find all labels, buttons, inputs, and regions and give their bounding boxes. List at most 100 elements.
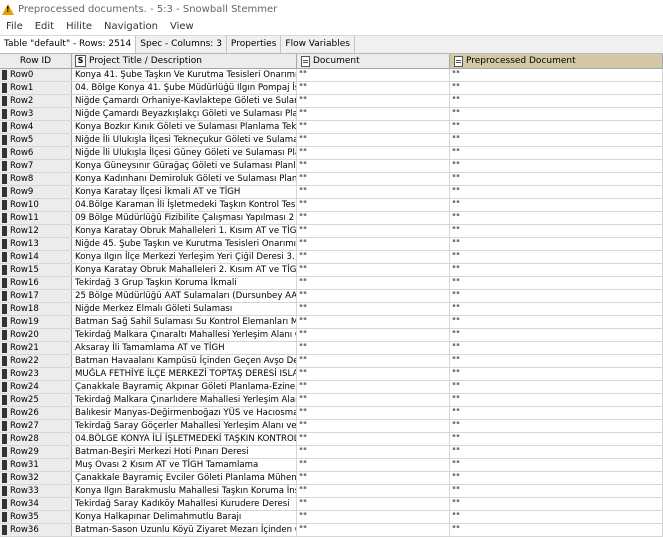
project-title-cell[interactable]: Tekirdağ Malkara Çınarlıdere Mahallesi Y… xyxy=(72,394,297,406)
preprocessed-document-cell[interactable]: "" xyxy=(450,147,663,159)
document-cell[interactable]: "" xyxy=(297,446,450,458)
table-row[interactable]: Row33 Konya Ilgın Barakmuslu Mahallesi Ta… xyxy=(0,485,663,498)
project-title-cell[interactable]: Konya Karatay Obruk Mahalleleri 2. Kısım… xyxy=(72,264,297,276)
preprocessed-document-cell[interactable]: "" xyxy=(450,303,663,315)
table-row[interactable]: Row19 Batman Sağ Sahil Sulaması Su Kontro… xyxy=(0,316,663,329)
row-id-cell[interactable]: Row10 xyxy=(0,199,72,211)
row-id-cell[interactable]: Row28 xyxy=(0,433,72,445)
table-row[interactable]: Row28 04.BÖLGE KONYA İLİ İŞLETMEDEKİ TAŞK… xyxy=(0,433,663,446)
row-id-cell[interactable]: Row32 xyxy=(0,472,72,484)
preprocessed-document-cell[interactable]: "" xyxy=(450,407,663,419)
project-title-cell[interactable]: Tekirdağ Malkara Çınaraltı Mahallesi Yer… xyxy=(72,329,297,341)
menu-edit[interactable]: Edit xyxy=(29,18,60,35)
preprocessed-document-cell[interactable]: "" xyxy=(450,342,663,354)
preprocessed-document-cell[interactable]: "" xyxy=(450,472,663,484)
document-cell[interactable]: "" xyxy=(297,303,450,315)
project-title-cell[interactable]: Batman-Sason Uzunlu Köyü Ziyaret Mezarı … xyxy=(72,524,297,536)
project-title-cell[interactable]: Niğde İli Ulukışla İlçesi Güney Göleti v… xyxy=(72,147,297,159)
project-title-cell[interactable]: Konya 41. Şube Taşkın Ve Kurutma Tesisle… xyxy=(72,69,297,81)
preprocessed-document-cell[interactable]: "" xyxy=(450,108,663,120)
menu-hilite[interactable]: Hilite xyxy=(60,18,98,35)
row-id-cell[interactable]: Row27 xyxy=(0,420,72,432)
table-row[interactable]: Row35 Konya Halkapınar Delimahmutlu Baraj… xyxy=(0,511,663,524)
document-cell[interactable]: "" xyxy=(297,368,450,380)
row-id-cell[interactable]: Row13 xyxy=(0,238,72,250)
table-row[interactable]: Row22 Batman Havaalanı Kampüsü İçinden Ge… xyxy=(0,355,663,368)
preprocessed-document-cell[interactable]: "" xyxy=(450,329,663,341)
table-row[interactable]: Row4 Konya Bozkır Kınık Göleti ve Sulamas… xyxy=(0,121,663,134)
document-cell[interactable]: "" xyxy=(297,316,450,328)
document-cell[interactable]: "" xyxy=(297,290,450,302)
document-cell[interactable]: "" xyxy=(297,95,450,107)
document-cell[interactable]: "" xyxy=(297,264,450,276)
preprocessed-document-cell[interactable]: "" xyxy=(450,134,663,146)
table-row[interactable]: Row17 25 Bölge Müdürlüğü AAT Sulamaları (… xyxy=(0,290,663,303)
document-cell[interactable]: "" xyxy=(297,420,450,432)
preprocessed-document-cell[interactable]: "" xyxy=(450,238,663,250)
row-id-cell[interactable]: Row16 xyxy=(0,277,72,289)
project-title-cell[interactable]: Çanakkale Bayramiç Akpınar Göleti Planla… xyxy=(72,381,297,393)
row-id-cell[interactable]: Row4 xyxy=(0,121,72,133)
row-id-cell[interactable]: Row11 xyxy=(0,212,72,224)
project-title-cell[interactable]: Niğde Merkez Elmalı Göleti Sulaması xyxy=(72,303,297,315)
row-id-cell[interactable]: Row24 xyxy=(0,381,72,393)
row-id-cell[interactable]: Row17 xyxy=(0,290,72,302)
project-title-cell[interactable]: Konya Ilgın İlçe Merkezi Yerleşim Yeri Ç… xyxy=(72,251,297,263)
row-id-cell[interactable]: Row0 xyxy=(0,69,72,81)
row-id-cell[interactable]: Row9 xyxy=(0,186,72,198)
document-cell[interactable]: "" xyxy=(297,459,450,471)
preprocessed-document-cell[interactable]: "" xyxy=(450,368,663,380)
table-row[interactable]: Row36 Batman-Sason Uzunlu Köyü Ziyaret Me… xyxy=(0,524,663,537)
project-title-cell[interactable]: Konya Kadınhanı Demiroluk Göleti ve Sula… xyxy=(72,173,297,185)
row-id-cell[interactable]: Row6 xyxy=(0,147,72,159)
project-title-cell[interactable]: Konya Karatay İlçesi İkmali AT ve TİGH xyxy=(72,186,297,198)
document-cell[interactable]: "" xyxy=(297,407,450,419)
row-id-cell[interactable]: Row33 xyxy=(0,485,72,497)
row-id-cell[interactable]: Row12 xyxy=(0,225,72,237)
preprocessed-document-cell[interactable]: "" xyxy=(450,225,663,237)
row-id-cell[interactable]: Row15 xyxy=(0,264,72,276)
table-row[interactable]: Row8 Konya Kadınhanı Demiroluk Göleti ve … xyxy=(0,173,663,186)
preprocessed-document-cell[interactable]: "" xyxy=(450,212,663,224)
document-cell[interactable]: "" xyxy=(297,121,450,133)
project-title-cell[interactable]: Niğde İli Ulukışla İlçesi Tekneçukur Göl… xyxy=(72,134,297,146)
preprocessed-document-cell[interactable]: "" xyxy=(450,121,663,133)
row-id-cell[interactable]: Row8 xyxy=(0,173,72,185)
preprocessed-document-cell[interactable]: "" xyxy=(450,251,663,263)
document-cell[interactable]: "" xyxy=(297,342,450,354)
preprocessed-document-cell[interactable]: "" xyxy=(450,485,663,497)
document-cell[interactable]: "" xyxy=(297,82,450,94)
row-id-cell[interactable]: Row22 xyxy=(0,355,72,367)
table-row[interactable]: Row3 Niğde Çamardı Beyazkışlakçı Göleti v… xyxy=(0,108,663,121)
document-cell[interactable]: "" xyxy=(297,251,450,263)
project-title-cell[interactable]: Batman-Beşiri Merkezi Hoti Pınarı Deresi xyxy=(72,446,297,458)
preprocessed-document-cell[interactable]: "" xyxy=(450,160,663,172)
table-row[interactable]: Row0 Konya 41. Şube Taşkın Ve Kurutma Tes… xyxy=(0,69,663,82)
table-row[interactable]: Row7 Konya Güneysınır Gürağaç Göleti ve S… xyxy=(0,160,663,173)
project-title-cell[interactable]: Çanakkale Bayramiç Evciler Göleti Planla… xyxy=(72,472,297,484)
document-cell[interactable]: "" xyxy=(297,381,450,393)
table-row[interactable]: Row15 Konya Karatay Obruk Mahalleleri 2. … xyxy=(0,264,663,277)
table-row[interactable]: Row6 Niğde İli Ulukışla İlçesi Güney Göle… xyxy=(0,147,663,160)
document-cell[interactable]: "" xyxy=(297,69,450,81)
header-project-title[interactable]: S Project Title / Description xyxy=(72,54,297,68)
document-cell[interactable]: "" xyxy=(297,433,450,445)
preprocessed-document-cell[interactable]: "" xyxy=(450,446,663,458)
table-row[interactable]: Row9 Konya Karatay İlçesi İkmali AT ve Tİ… xyxy=(0,186,663,199)
project-title-cell[interactable]: 04. Bölge Konya 41. Şube Müdürlüğü Ilgın… xyxy=(72,82,297,94)
project-title-cell[interactable]: Konya Bozkır Kınık Göleti ve Sulaması Pl… xyxy=(72,121,297,133)
table-row[interactable]: Row11 09 Bölge Müdürlüğü Fizibilite Çalış… xyxy=(0,212,663,225)
table-row[interactable]: Row27 Tekirdağ Saray Göçerler Mahallesi Y… xyxy=(0,420,663,433)
menu-file[interactable]: File xyxy=(0,18,29,35)
project-title-cell[interactable]: Balıkesir Manyas-Değirmenboğazı YÜS ve H… xyxy=(72,407,297,419)
document-cell[interactable]: "" xyxy=(297,212,450,224)
project-title-cell[interactable]: Tekirdağ Saray Göçerler Mahallesi Yerleş… xyxy=(72,420,297,432)
header-preprocessed-document[interactable]: Preprocessed Document xyxy=(450,54,663,68)
row-id-cell[interactable]: Row25 xyxy=(0,394,72,406)
document-cell[interactable]: "" xyxy=(297,160,450,172)
tab-table[interactable]: Table "default" - Rows: 2514 xyxy=(0,36,137,53)
row-id-cell[interactable]: Row35 xyxy=(0,511,72,523)
document-cell[interactable]: "" xyxy=(297,147,450,159)
preprocessed-document-cell[interactable]: "" xyxy=(450,420,663,432)
document-cell[interactable]: "" xyxy=(297,329,450,341)
